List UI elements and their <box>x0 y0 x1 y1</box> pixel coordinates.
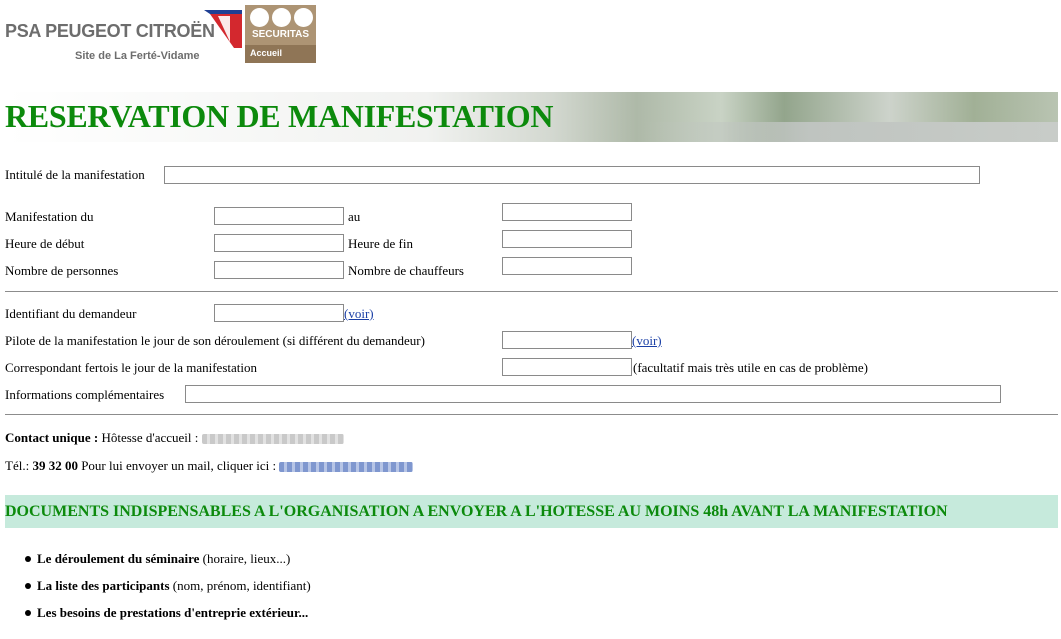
mail-link-redacted[interactable] <box>279 462 414 473</box>
contact-title: Contact unique : <box>5 430 99 445</box>
correspondant-label: Correspondant fertois le jour de la mani… <box>5 360 257 375</box>
doc-item-detail: (horaire, lieux...) <box>199 551 291 566</box>
heure-debut-input[interactable] <box>214 234 344 252</box>
list-item: Le déroulement du séminaire (horaire, li… <box>25 551 311 578</box>
list-item: La liste des participants (nom, prénom, … <box>25 578 311 605</box>
manifestation-du-label: Manifestation du <box>5 209 94 224</box>
date-fin-input[interactable] <box>502 203 632 221</box>
au-label: au <box>348 209 361 224</box>
securitas-logo: SECURITAS Accueil <box>245 5 316 63</box>
bullet-icon <box>25 610 31 617</box>
intitule-label: Intitulé de la manifestation <box>5 167 145 182</box>
doc-item-bold: Le déroulement du séminaire <box>37 551 200 566</box>
documents-heading: DOCUMENTS INDISPENSABLES A L'ORGANISATIO… <box>5 503 948 520</box>
securitas-accueil: Accueil <box>245 45 316 63</box>
securitas-name: SECURITAS <box>251 29 310 40</box>
site-name: Site de La Ferté-Vidame <box>75 50 200 62</box>
documents-list: Le déroulement du séminaire (horaire, li… <box>25 551 311 632</box>
infos-label: Informations complémentaires <box>5 387 165 402</box>
securitas-accueil-label: Accueil <box>250 48 283 58</box>
voir-pilote-link[interactable]: (voir) <box>632 333 662 349</box>
voir-identifiant-link[interactable]: (voir) <box>344 306 374 322</box>
identifiant-label: Identifiant du demandeur <box>5 306 137 321</box>
nombre-personnes-label: Nombre de personnes <box>5 263 119 278</box>
list-item: Les besoins de prestations d'entreprie e… <box>25 605 311 632</box>
mail-text: Pour lui envoyer un mail, cliquer ici : <box>81 458 277 473</box>
intitule-input[interactable] <box>164 166 980 184</box>
pilote-label: Pilote de la manifestation le jour de so… <box>5 333 425 348</box>
hotesse-name-redacted <box>201 434 344 445</box>
nombre-chauffeurs-input[interactable] <box>502 257 632 275</box>
tel-label: Tél.: <box>5 458 30 473</box>
correspondant-note: (facultatif mais très utile en cas de pr… <box>633 360 868 375</box>
securitas-circles-icon <box>250 8 313 27</box>
doc-item-bold: La liste des participants <box>37 578 170 593</box>
pilote-input[interactable] <box>502 331 632 349</box>
documents-section-bar: DOCUMENTS INDISPENSABLES A L'ORGANISATIO… <box>5 495 1058 528</box>
psa-flag-icon <box>204 10 242 48</box>
heure-debut-label: Heure de début <box>5 236 85 251</box>
psa-logo-text: PSA PEUGEOT CITROËN <box>5 21 215 41</box>
doc-item-detail: (nom, prénom, identifiant) <box>169 578 311 593</box>
bullet-icon <box>25 556 31 563</box>
divider-2 <box>5 414 1058 415</box>
divider-1 <box>5 291 1058 292</box>
tel-number: 39 32 00 <box>32 458 78 473</box>
correspondant-input[interactable] <box>502 358 632 376</box>
doc-item-bold: Les besoins de prestations d'entreprie e… <box>37 605 309 620</box>
heure-fin-input[interactable] <box>502 230 632 248</box>
tel-line: Tél.: 39 32 00 Pour lui envoyer un mail,… <box>5 458 414 474</box>
identifiant-input[interactable] <box>214 304 344 322</box>
nombre-chauffeurs-label: Nombre de chauffeurs <box>348 263 464 278</box>
infos-input[interactable] <box>185 385 1001 403</box>
heure-fin-label: Heure de fin <box>348 236 413 251</box>
bullet-icon <box>25 583 31 590</box>
page-title: RESERVATION DE MANIFESTATION <box>5 98 554 134</box>
banner-photo <box>645 122 1058 142</box>
nombre-personnes-input[interactable] <box>214 261 344 279</box>
hotesse-label: Hôtesse d'accueil : <box>101 430 199 445</box>
date-debut-input[interactable] <box>214 207 344 225</box>
contact-line: Contact unique : Hôtesse d'accueil : <box>5 430 344 446</box>
banner: RESERVATION DE MANIFESTATION <box>5 92 1058 142</box>
